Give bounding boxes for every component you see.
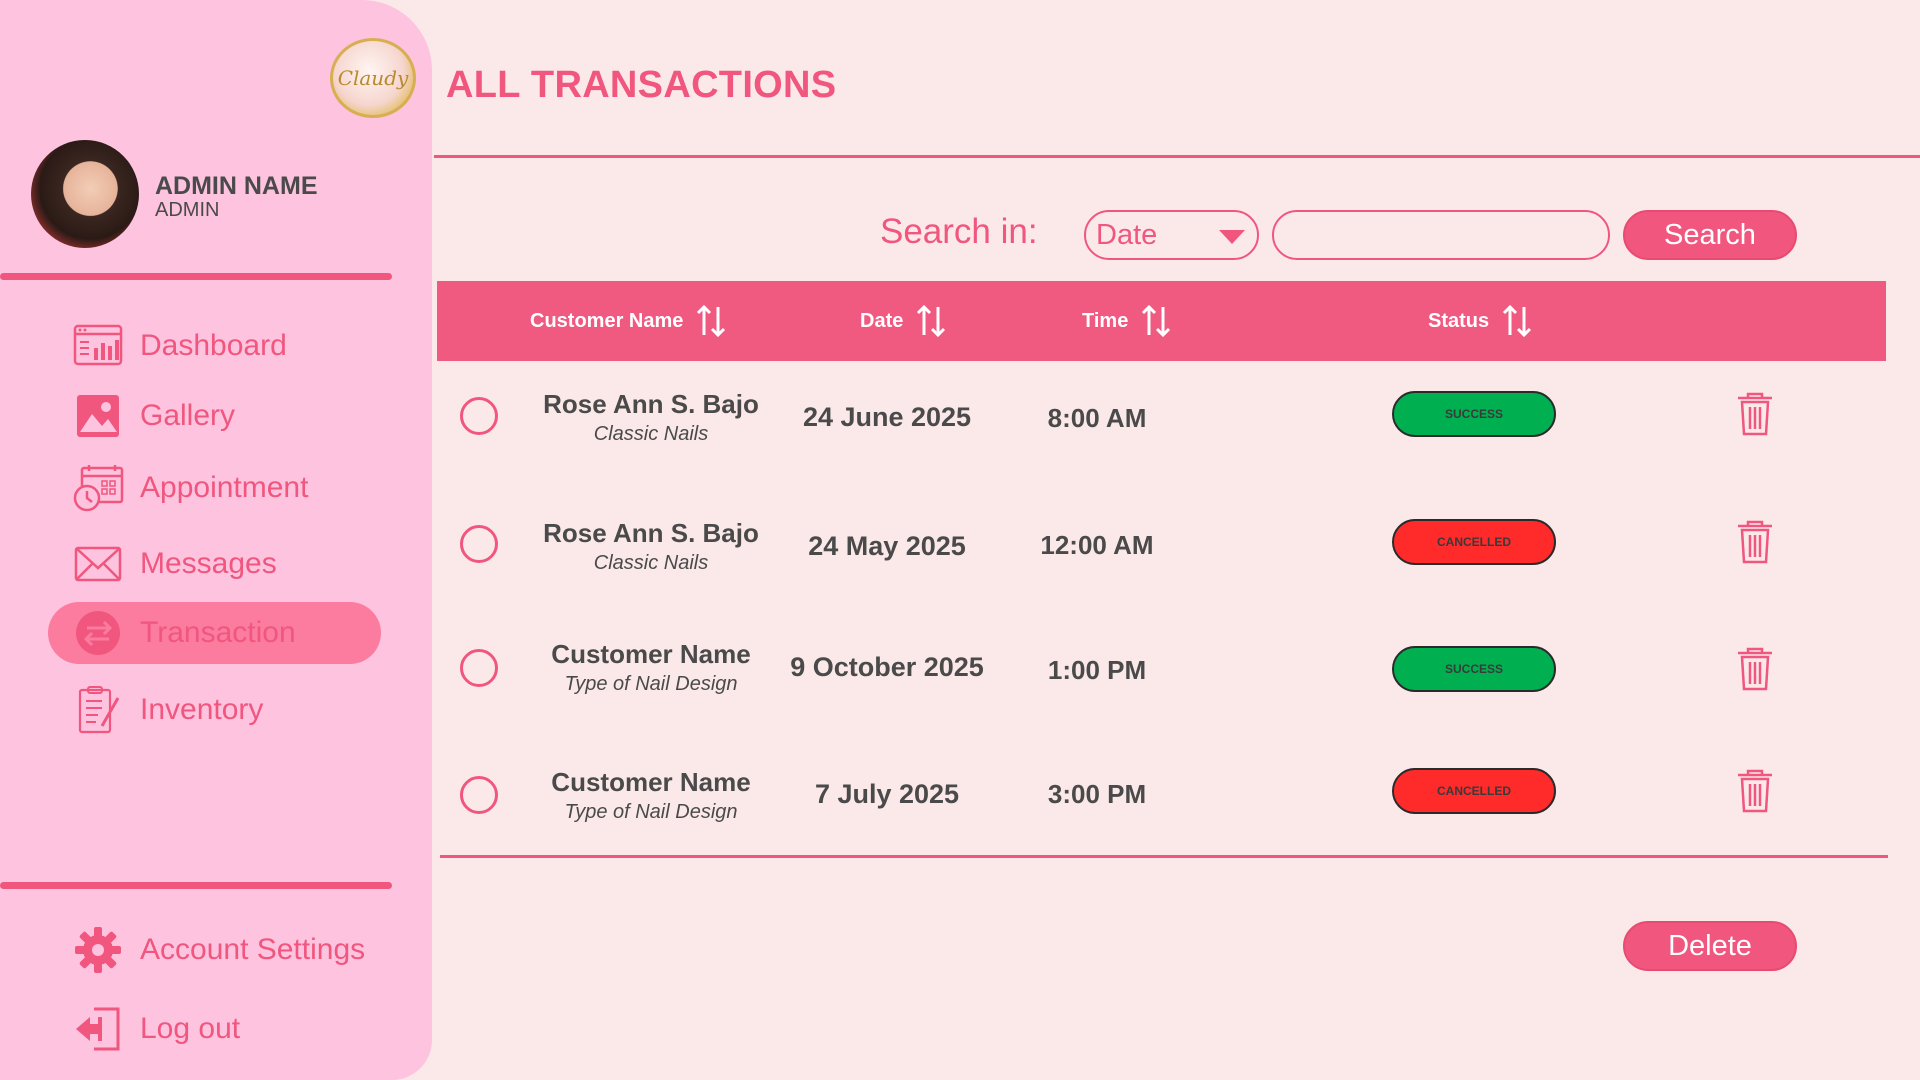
row-select-radio[interactable] <box>460 525 498 563</box>
sidebar-item-label: Log out <box>140 1012 241 1045</box>
transaction-icon <box>76 611 120 655</box>
row-date: 24 June 2025 <box>802 402 972 432</box>
sidebar-item-inventory[interactable]: Inventory <box>72 684 263 736</box>
sidebar-item-logout[interactable]: Log out <box>72 1003 240 1055</box>
sort-icon <box>697 304 726 338</box>
column-label: Status <box>1428 309 1490 332</box>
sidebar: Claudy ADMIN NAME ADMIN Dashboard Galler… <box>0 0 432 1080</box>
table-row: Customer Name Type of Nail Design 9 Octo… <box>437 617 1886 727</box>
table-row: Rose Ann S. Bajo Classic Nails 24 May 20… <box>437 490 1886 600</box>
sidebar-divider-bottom <box>0 882 392 889</box>
sidebar-item-gallery[interactable]: Gallery <box>72 390 235 442</box>
inventory-icon <box>78 686 120 734</box>
column-header-time[interactable]: Time <box>1082 281 1172 361</box>
row-time: 1:00 PM <box>1047 655 1147 685</box>
chevron-down-icon <box>1219 230 1245 244</box>
gear-icon <box>75 927 121 973</box>
column-header-date[interactable]: Date <box>860 281 947 361</box>
sidebar-item-label: Account Settings <box>140 933 366 966</box>
sidebar-item-appointment[interactable]: Appointment <box>72 462 308 514</box>
sidebar-item-label: Appointment <box>140 471 309 504</box>
service-name: Type of Nail Design <box>564 801 738 823</box>
customer-name: Rose Ann S. Bajo <box>543 518 759 548</box>
header-divider <box>434 155 1920 158</box>
service-name: Classic Nails <box>593 423 709 445</box>
row-time: 8:00 AM <box>1047 403 1147 433</box>
service-name: Type of Nail Design <box>564 673 738 695</box>
search-button[interactable]: Search <box>1623 210 1797 260</box>
delete-button[interactable]: Delete <box>1623 921 1797 971</box>
sidebar-item-label: Transaction <box>140 616 296 649</box>
trash-icon[interactable] <box>1735 392 1775 436</box>
search-input[interactable] <box>1272 210 1610 260</box>
row-time: 3:00 PM <box>1047 779 1147 809</box>
column-label: Customer Name <box>530 309 684 332</box>
messages-icon <box>74 546 122 582</box>
sidebar-item-label: Inventory <box>140 693 264 726</box>
gallery-icon <box>77 395 119 437</box>
customer-name: Customer Name <box>551 639 751 669</box>
customer-name: Rose Ann S. Bajo <box>543 389 759 419</box>
admin-role: ADMIN <box>155 199 220 221</box>
table-row: Customer Name Type of Nail Design 7 July… <box>437 744 1886 854</box>
sort-icon <box>1503 304 1532 338</box>
row-date: 7 July 2025 <box>814 779 960 809</box>
logout-icon <box>76 1007 120 1051</box>
column-header-status[interactable]: Status <box>1428 281 1533 361</box>
trash-icon[interactable] <box>1735 769 1775 813</box>
nail-salon-logo-icon: Claudy <box>330 38 416 118</box>
table-header: Customer Name Date Time Status <box>437 281 1886 361</box>
column-label: Date <box>860 309 904 332</box>
table-bottom-divider <box>440 855 1888 858</box>
sidebar-item-label: Messages <box>140 547 277 580</box>
search-in-label: Search in: <box>880 212 1038 251</box>
sidebar-item-transaction[interactable]: Transaction <box>72 607 296 659</box>
status-badge: CANCELLED <box>1392 519 1556 565</box>
sidebar-item-label: Gallery <box>140 399 236 432</box>
status-badge: SUCCESS <box>1392 391 1556 437</box>
page-title: ALL TRANSACTIONS <box>446 64 837 106</box>
customer-name: Customer Name <box>551 767 751 797</box>
row-select-radio[interactable] <box>460 397 498 435</box>
table-row: Rose Ann S. Bajo Classic Nails 24 June 2… <box>437 362 1886 472</box>
column-label: Time <box>1082 309 1129 332</box>
avatar[interactable] <box>31 140 139 248</box>
row-time: 12:00 AM <box>1040 530 1154 560</box>
column-header-customer-name[interactable]: Customer Name <box>530 281 727 361</box>
admin-name: ADMIN NAME <box>155 172 318 200</box>
status-badge: CANCELLED <box>1392 768 1556 814</box>
service-name: Classic Nails <box>593 552 709 574</box>
sidebar-item-dashboard[interactable]: Dashboard <box>72 320 287 372</box>
row-date: 24 May 2025 <box>808 531 966 561</box>
sidebar-item-messages[interactable]: Messages <box>72 538 277 590</box>
status-badge: SUCCESS <box>1392 646 1556 692</box>
sidebar-item-label: Dashboard <box>140 329 287 362</box>
sidebar-item-account-settings[interactable]: Account Settings <box>72 924 365 976</box>
appointment-icon <box>73 465 124 512</box>
row-select-radio[interactable] <box>460 776 498 814</box>
search-field-select[interactable]: Date <box>1084 210 1259 260</box>
search-field-value: Date <box>1096 218 1158 251</box>
trash-icon[interactable] <box>1735 520 1775 564</box>
sort-icon <box>917 304 946 338</box>
dashboard-icon <box>73 324 123 366</box>
row-date: 9 October 2025 <box>790 652 984 682</box>
sort-icon <box>1142 304 1171 338</box>
sidebar-divider-top <box>0 273 392 280</box>
row-select-radio[interactable] <box>460 649 498 687</box>
trash-icon[interactable] <box>1735 647 1775 691</box>
